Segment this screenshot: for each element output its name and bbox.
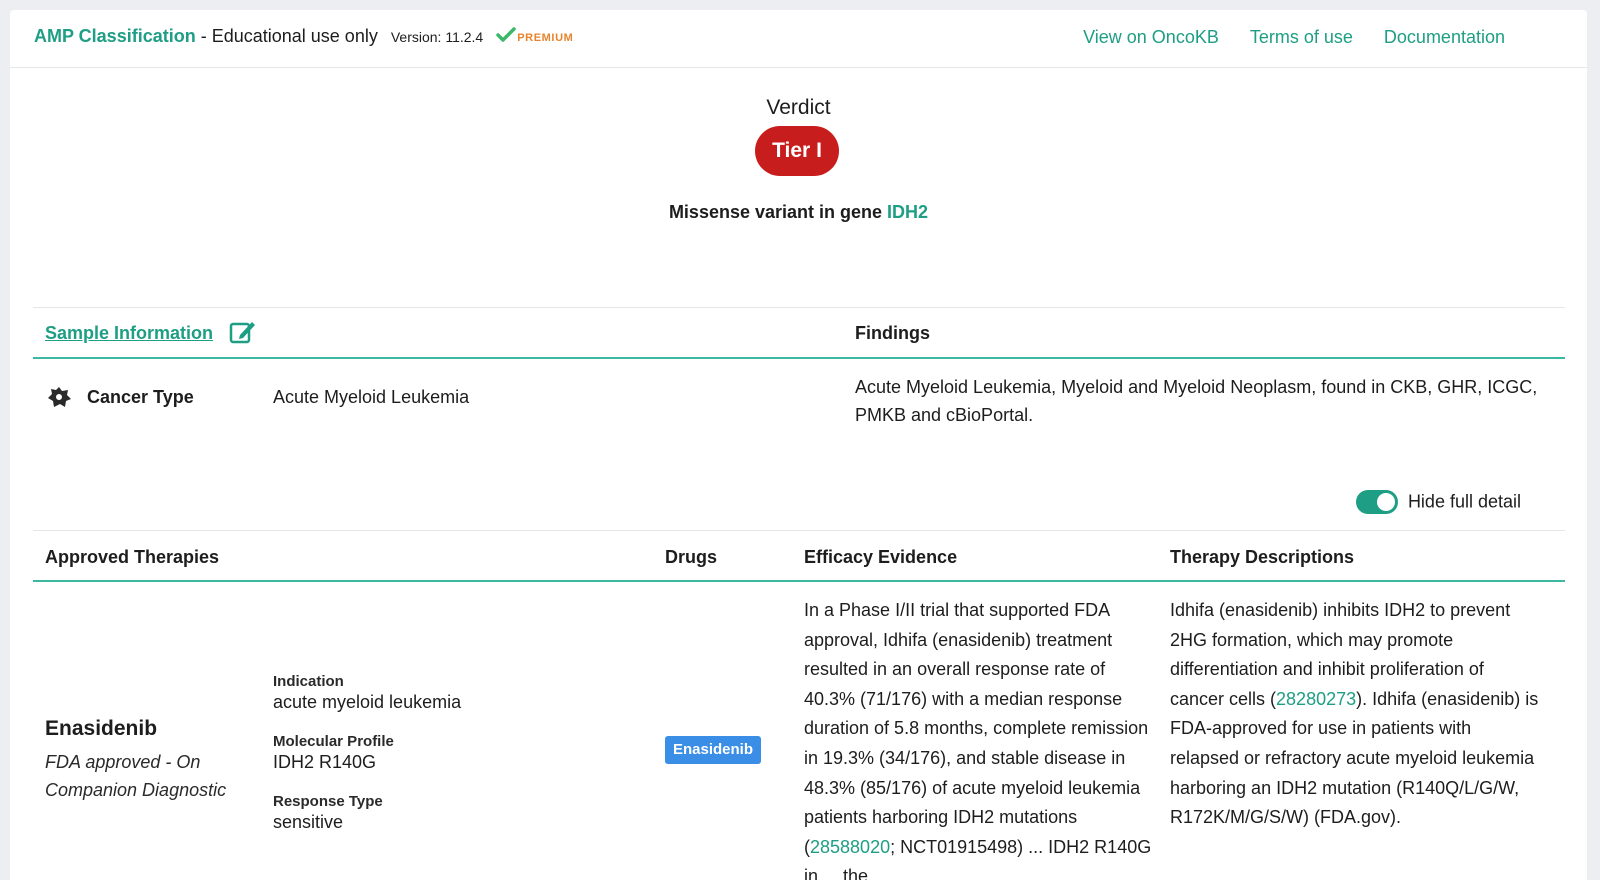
pubmed-link[interactable]: 28588020 [810, 837, 890, 857]
header-drugs: Drugs [665, 547, 718, 567]
premium-label: PREMIUM [517, 32, 574, 44]
version-label: Version: 11.2.4 [390, 29, 484, 45]
verdict-label: Verdict [766, 96, 831, 119]
molecular-profile-block: Molecular Profile IDH2 R140G [273, 733, 394, 773]
toggle-label: Hide full detail [1407, 491, 1521, 512]
link-view-oncokb[interactable]: View on OncoKB [1083, 27, 1219, 47]
response-type-block: Response Type sensitive [273, 793, 383, 833]
header-efficacy-evidence: Efficacy Evidence [804, 547, 958, 567]
sample-table-header: Sample Information Findings [33, 307, 1565, 359]
sample-table: Sample Information Findings Cancer Type … [33, 307, 1565, 469]
edit-icon[interactable] [228, 318, 258, 346]
cancer-type-label: Cancer Type [87, 387, 194, 407]
indication-value: acute myeloid leukemia [273, 692, 462, 712]
drug-approval-status: FDA approved - On Companion Diagnostic [45, 752, 227, 800]
molecular-profile-label: Molecular Profile [273, 733, 394, 750]
drug-badge[interactable]: Enasidenib [665, 736, 762, 764]
toggle-knob [1376, 493, 1395, 511]
efficacy-evidence-text: In a Phase I/II trial that supported FDA… [804, 596, 1156, 880]
toggle-switch[interactable] [1355, 490, 1398, 514]
pubmed-link[interactable]: 28280273 [1276, 689, 1356, 709]
main-card: AMP Classification - Educational use onl… [10, 10, 1587, 880]
link-terms-of-use[interactable]: Terms of use [1250, 27, 1353, 47]
drug-name: Enasidenib [45, 717, 158, 740]
findings-text: Acute Myeloid Leukemia, Myeloid and Myel… [855, 377, 1538, 425]
variant-prefix: Missense variant in gene [668, 202, 888, 222]
gene-link[interactable]: IDH2 [887, 202, 928, 222]
sample-information-link[interactable]: Sample Information [45, 323, 213, 344]
hide-detail-toggle[interactable]: Hide full detail [1355, 490, 1521, 518]
header-therapy-descriptions: Therapy Descriptions [1170, 547, 1355, 567]
cancer-type-value: Acute Myeloid Leukemia [273, 387, 470, 407]
app-name: AMP Classification [34, 26, 196, 46]
response-type-value: sensitive [273, 812, 344, 832]
therapy-text-part: ). Idhifa (enasidenib) is FDA-approved f… [1170, 688, 1539, 828]
header-links: View on OncoKB Terms of use Documentatio… [1057, 27, 1505, 48]
response-type-label: Response Type [273, 793, 383, 810]
therapy-description-text: Idhifa (enasidenib) inhibits IDH2 to pre… [1170, 596, 1542, 833]
tier-badge: Tier I [755, 126, 839, 176]
check-icon [496, 27, 516, 42]
efficacy-text-part: In a Phase I/II trial that supported FDA… [804, 600, 1149, 857]
link-documentation[interactable]: Documentation [1384, 27, 1505, 47]
header-approved-therapies: Approved Therapies [45, 547, 220, 567]
molecular-profile-value: IDH2 R140G [273, 752, 377, 772]
findings-header: Findings [855, 323, 930, 343]
premium-badge: PREMIUM [496, 27, 573, 44]
indication-block: Indication acute myeloid leukemia [273, 673, 461, 713]
therapy-table: Approved Therapies Drugs Efficacy Eviden… [33, 530, 1565, 880]
therapy-row: Enasidenib FDA approved - On Companion D… [33, 582, 1565, 880]
top-bar: AMP Classification - Educational use onl… [10, 10, 1587, 68]
indication-label: Indication [273, 673, 344, 690]
therapy-table-header: Approved Therapies Drugs Efficacy Eviden… [33, 530, 1565, 582]
app-subtitle: - Educational use only [195, 26, 378, 46]
variant-summary: Missense variant in gene IDH2 [10, 202, 1587, 223]
cancer-type-row: Cancer Type Acute Myeloid Leukemia Acute… [33, 359, 1565, 469]
brand: AMP Classification - Educational use onl… [34, 26, 573, 47]
cancer-cell-icon [48, 387, 71, 407]
